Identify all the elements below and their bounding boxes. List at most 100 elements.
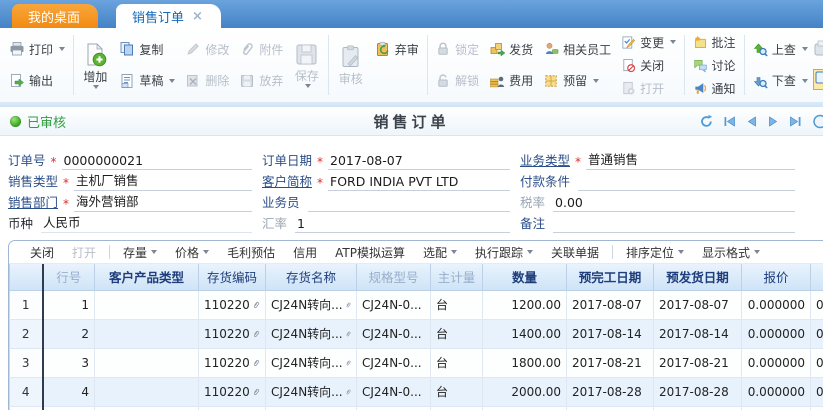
row-index[interactable]: 2 <box>10 319 43 348</box>
row-index[interactable]: 4 <box>10 377 43 406</box>
inv-name-cell[interactable]: CJ24N转向... <box>266 377 357 406</box>
unit-cell[interactable]: 台 <box>431 377 483 406</box>
unit-cell[interactable]: 台 <box>431 348 483 377</box>
query-up-button[interactable]: 上查 <box>752 37 808 61</box>
tax-price-cell[interactable]: 0. <box>811 290 823 319</box>
row-index[interactable]: 1 <box>10 290 43 319</box>
grid-stock-button[interactable]: 存量 <box>114 244 166 261</box>
spec-cell[interactable]: CJ24N-0... <box>357 377 431 406</box>
qty-cell[interactable]: 2000.00 <box>483 377 567 406</box>
grid-display-format-button[interactable]: 显示格式 <box>693 244 769 261</box>
cust-type-cell[interactable] <box>95 290 199 319</box>
tax-rate-value[interactable]: 0.00 <box>553 195 795 212</box>
attachment-icon[interactable] <box>252 298 260 312</box>
col-inv-name[interactable]: 存货名称 <box>266 264 357 290</box>
linked-view-toggle[interactable] <box>813 69 823 90</box>
attachment-icon[interactable] <box>252 356 260 370</box>
fee-button[interactable]: 费用 <box>489 69 533 93</box>
quote-cell[interactable] <box>742 406 811 410</box>
col-qty[interactable]: 数量 <box>483 264 567 290</box>
sales-dept-label[interactable]: 销售部门 <box>8 192 58 212</box>
tab-sales-order[interactable]: 销售订单 × <box>116 4 221 28</box>
inv-name-cell[interactable]: CJ24N转向... <box>266 319 357 348</box>
inv-name-cell[interactable]: CJ24N转向... <box>266 290 357 319</box>
qty-cell[interactable]: 1800.00 <box>483 348 567 377</box>
col-inv-code[interactable]: 存货编码 <box>199 264 266 290</box>
attachment-icon[interactable] <box>345 356 351 370</box>
attachment-icon[interactable] <box>345 327 351 341</box>
tax-price-cell[interactable]: 0. <box>811 377 823 406</box>
qty-cell[interactable] <box>483 406 567 410</box>
close-doc-button[interactable]: 关闭 <box>621 54 676 76</box>
attachment-icon[interactable] <box>345 298 351 312</box>
business-type-value[interactable]: 普通销售 <box>586 149 795 170</box>
qty-cell[interactable]: 1400.00 <box>483 319 567 348</box>
remarks-value[interactable] <box>553 217 795 233</box>
cust-type-cell[interactable] <box>95 348 199 377</box>
inv-code-cell[interactable]: 110220 <box>199 290 266 319</box>
attachment-icon[interactable] <box>252 385 260 399</box>
qty-cell[interactable]: 1200.00 <box>483 290 567 319</box>
grid-related-docs-button[interactable]: 关联单据 <box>542 244 608 261</box>
finish-date-cell[interactable]: 2017-08-21 <box>567 348 654 377</box>
notify-button[interactable]: 通知 <box>693 77 736 99</box>
line-no-cell[interactable]: 4 <box>43 377 95 406</box>
close-tab-icon[interactable]: × <box>192 10 203 23</box>
grid-tracking-button[interactable]: 执行跟踪 <box>466 244 542 261</box>
attachment-icon[interactable] <box>345 385 351 399</box>
grid-sort-button[interactable]: 排序定位 <box>617 244 693 261</box>
inv-name-cell[interactable] <box>266 406 357 410</box>
inv-code-cell[interactable]: 110220 <box>199 319 266 348</box>
col-unit[interactable]: 主计量 <box>431 264 483 290</box>
sales-dept-value[interactable]: 海外营销部 <box>74 191 252 212</box>
business-type-label[interactable]: 业务类型 <box>520 150 570 170</box>
ship-date-cell[interactable]: 2017-08-07 <box>654 290 742 319</box>
spec-cell[interactable] <box>357 406 431 410</box>
finish-date-cell[interactable] <box>567 406 654 410</box>
quote-cell[interactable]: 0.000000 <box>742 377 811 406</box>
col-quote[interactable]: 报价 <box>742 264 811 290</box>
ship-date-cell[interactable]: 2017-08-21 <box>654 348 742 377</box>
col-tax-price[interactable]: 含 <box>811 264 823 290</box>
col-row-selector[interactable] <box>10 264 43 290</box>
col-spec[interactable]: 规格型号 <box>357 264 431 290</box>
finish-date-cell[interactable]: 2017-08-14 <box>567 319 654 348</box>
grid-atp-button[interactable]: ATP模拟运算 <box>326 244 414 261</box>
query-down-button[interactable]: 下查 <box>752 69 808 93</box>
ship-button[interactable]: 发货 <box>489 37 533 61</box>
attachment-icon[interactable] <box>252 327 260 341</box>
cust-type-cell[interactable] <box>95 319 199 348</box>
quote-cell[interactable]: 0.000000 <box>742 348 811 377</box>
export-button[interactable]: 输出 <box>9 69 65 93</box>
grid-option-button[interactable]: 选配 <box>414 244 466 261</box>
order-no-value[interactable]: 0000000021 <box>62 153 252 170</box>
inv-code-cell[interactable] <box>199 406 266 410</box>
related-staff-button[interactable]: 相关员工 <box>543 37 611 61</box>
quote-cell[interactable]: 0.000000 <box>742 290 811 319</box>
exchange-rate-value[interactable]: 1 <box>295 216 510 233</box>
draft-button[interactable]: 草稿 <box>119 69 175 93</box>
inv-code-cell[interactable]: 110220 <box>199 348 266 377</box>
tax-price-cell[interactable]: 0. <box>811 319 823 348</box>
unit-cell[interactable]: 台 <box>431 290 483 319</box>
spec-cell[interactable]: CJ24N-0... <box>357 348 431 377</box>
reserve-button[interactable]: 预留 <box>543 69 611 93</box>
cust-type-cell[interactable] <box>95 377 199 406</box>
tab-my-desktop[interactable]: 我的桌面 <box>12 4 98 28</box>
grid-gross-profit-button[interactable]: 毛利预估 <box>218 244 284 261</box>
grid-close-button[interactable]: 关闭 <box>21 244 63 261</box>
row-index[interactable]: 3 <box>10 348 43 377</box>
grid-credit-button[interactable]: 信用 <box>284 244 326 261</box>
annotate-button[interactable]: 批注 <box>693 31 736 53</box>
copy-button[interactable]: 复制 <box>119 37 175 61</box>
sales-type-value[interactable]: 主机厂销售 <box>74 170 252 191</box>
col-ship-date[interactable]: 预发货日期 <box>654 264 742 290</box>
change-button[interactable]: 变更 <box>621 31 676 53</box>
order-date-value[interactable]: 2017-08-07 <box>328 153 510 170</box>
spec-cell[interactable]: CJ24N-0... <box>357 290 431 319</box>
finish-date-cell[interactable]: 2017-08-28 <box>567 377 654 406</box>
unaudit-button[interactable]: 弃审 <box>375 37 419 61</box>
customer-label[interactable]: 客户简称 <box>262 171 312 191</box>
line-no-cell[interactable]: 1 <box>43 290 95 319</box>
ship-date-cell[interactable]: 2017-08-28 <box>654 377 742 406</box>
